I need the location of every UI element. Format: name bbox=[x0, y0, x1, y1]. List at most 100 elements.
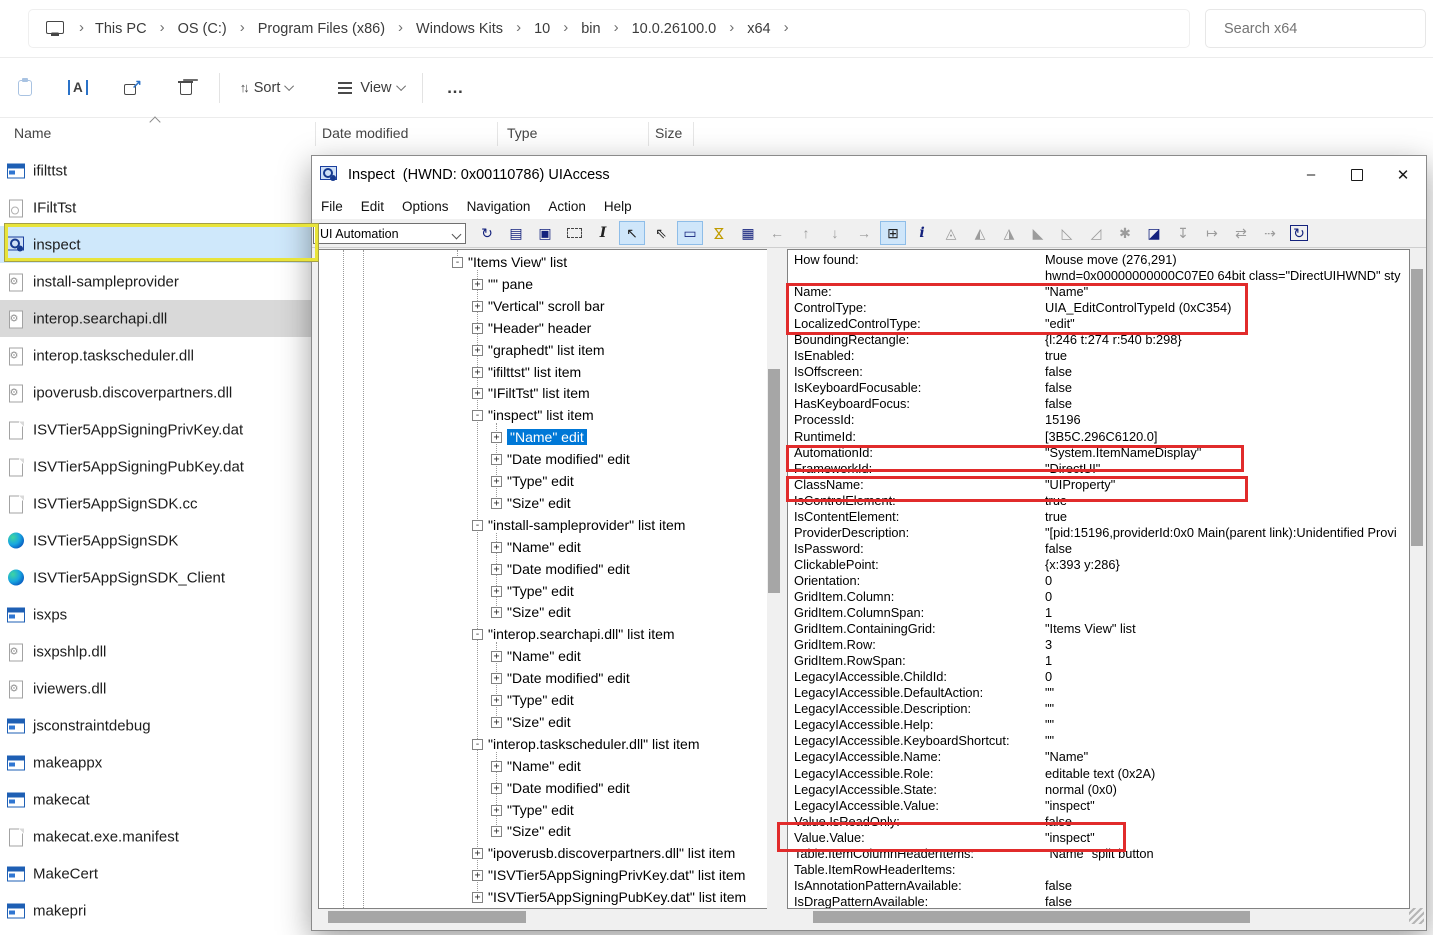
property-row-ispassword[interactable]: IsPassword:false bbox=[788, 541, 1409, 557]
property-row-providerdescription[interactable]: ProviderDescription:"[pid:15196,provider… bbox=[788, 525, 1409, 541]
tree-item-label[interactable]: "Size" edit bbox=[507, 495, 571, 511]
column-divider[interactable] bbox=[648, 122, 649, 146]
tree-item-type-edit[interactable]: +"Type" edit bbox=[319, 471, 767, 493]
paste-button[interactable] bbox=[18, 70, 32, 106]
tree-item-label[interactable]: "Size" edit bbox=[507, 823, 571, 839]
expand-icon[interactable]: + bbox=[472, 870, 483, 881]
property-row-automationid[interactable]: AutomationId:"System.ItemNameDisplay" bbox=[788, 445, 1409, 461]
file-row-inspect[interactable]: inspect bbox=[0, 226, 311, 263]
file-row-makepri[interactable]: makepri bbox=[0, 892, 311, 929]
expand-icon[interactable]: + bbox=[472, 388, 483, 399]
tree-item-ipoverusb-discoverpartners-dll-list-item[interactable]: + "ipoverusb.discoverpartners.dll" list i… bbox=[319, 843, 767, 865]
tree-item-label[interactable]: "Name" edit bbox=[507, 758, 581, 774]
rename-button[interactable]: A bbox=[68, 70, 88, 106]
property-row-isannotationpatternavailable[interactable]: IsAnnotationPatternAvailable:false bbox=[788, 878, 1409, 894]
tree-item-header-header[interactable]: +"Header" header bbox=[319, 318, 767, 340]
tree-item-type-edit[interactable]: +"Type" edit bbox=[319, 800, 767, 822]
property-row-table-itemrowheaderitems[interactable]: Table.ItemRowHeaderItems: bbox=[788, 862, 1409, 878]
breadcrumb-item-program-files-x86[interactable]: Program Files (x86) bbox=[249, 17, 394, 41]
element-info-icon[interactable]: i bbox=[909, 221, 935, 245]
expand-icon[interactable]: + bbox=[472, 892, 483, 903]
tree-item-ifilttst-list-item[interactable]: + "ifilttst" list item bbox=[319, 362, 767, 384]
tree-item-size-edit[interactable]: +"Size" edit bbox=[319, 821, 767, 843]
breadcrumb-item-bin[interactable]: bin bbox=[572, 17, 609, 41]
tree-item-label[interactable]: "inspect" list item bbox=[488, 407, 594, 423]
property-row-haskeyboardfocus[interactable]: HasKeyboardFocus:false bbox=[788, 396, 1409, 412]
expand-icon[interactable]: + bbox=[491, 805, 502, 816]
tree-item-size-edit[interactable]: +"Size" edit bbox=[319, 602, 767, 624]
tree-item-name-edit[interactable]: +"Name" edit bbox=[319, 537, 767, 559]
mode-dropdown[interactable]: UI Automation bbox=[313, 223, 466, 244]
properties-vscroll-thumb[interactable] bbox=[1411, 269, 1423, 546]
watch-values-icon[interactable]: ▦ bbox=[735, 221, 761, 245]
tree-view-icon[interactable]: ⊞ bbox=[880, 221, 906, 245]
tree-item-label[interactable]: "Size" edit bbox=[507, 714, 571, 730]
file-row-isvtier5appsigningpubkey-dat[interactable]: ISVTier5AppSigningPubKey.dat bbox=[0, 448, 311, 485]
selection-rect-icon[interactable] bbox=[561, 221, 587, 245]
property-row-classname[interactable]: ClassName:"UIProperty" bbox=[788, 477, 1409, 493]
file-row-interop-searchapi-dll[interactable]: interop.searchapi.dll bbox=[0, 300, 311, 337]
property-row-controltype[interactable]: ControlType:UIA_EditControlTypeId (0xC35… bbox=[788, 300, 1409, 316]
tree-item-label[interactable]: "Date modified" edit bbox=[507, 561, 630, 577]
property-row-iskeyboardfocusable[interactable]: IsKeyboardFocusable:false bbox=[788, 380, 1409, 396]
property-row-legacyiaccessible-description[interactable]: LegacyIAccessible.Description:"" bbox=[788, 701, 1409, 717]
property-row-legacyiaccessible-help[interactable]: LegacyIAccessible.Help:"" bbox=[788, 717, 1409, 733]
expand-icon[interactable]: + bbox=[472, 345, 483, 356]
properties-vertical-scrollbar[interactable] bbox=[1410, 249, 1424, 909]
share-button[interactable] bbox=[124, 70, 142, 106]
file-row-isvtier5appsignsdk-client[interactable]: ISVTier5AppSignSDK_Client bbox=[0, 559, 311, 596]
property-row-legacyiaccessible-defaultaction[interactable]: LegacyIAccessible.DefaultAction:"" bbox=[788, 685, 1409, 701]
tree-item-label[interactable]: "Type" edit bbox=[507, 583, 574, 599]
property-row-griditem-rowspan[interactable]: GridItem.RowSpan:1 bbox=[788, 653, 1409, 669]
pattern-checkbox-icon[interactable]: ◪ bbox=[1141, 221, 1167, 245]
tree-item-type-edit[interactable]: +"Type" edit bbox=[319, 690, 767, 712]
file-row-ifilttst[interactable]: IFiltTst bbox=[0, 189, 311, 226]
file-row-isxpshlp-dll[interactable]: isxpshlp.dll bbox=[0, 633, 311, 670]
tree-item-label[interactable]: "Size" edit bbox=[507, 604, 571, 620]
collapse-icon[interactable]: - bbox=[452, 257, 463, 268]
file-row-isxps[interactable]: isxps bbox=[0, 596, 311, 633]
breadcrumb-item-os-c[interactable]: OS (C:) bbox=[169, 17, 236, 41]
tree-item-date-modified-edit[interactable]: +"Date modified" edit bbox=[319, 449, 767, 471]
column-header-name[interactable]: Name bbox=[14, 125, 51, 141]
tree-item-label[interactable]: "graphedt" list item bbox=[488, 342, 605, 358]
tree-item-label[interactable]: "Date modified" edit bbox=[507, 670, 630, 686]
file-row-install-sampleprovider[interactable]: install-sampleprovider bbox=[0, 263, 311, 300]
expand-icon[interactable]: + bbox=[491, 673, 502, 684]
tree-item-label[interactable]: "Items View" list bbox=[468, 254, 567, 270]
property-row-legacyiaccessible-value[interactable]: LegacyIAccessible.Value:"inspect" bbox=[788, 798, 1409, 814]
column-divider[interactable] bbox=[497, 122, 498, 146]
tree-item-label[interactable]: "Date modified" edit bbox=[507, 451, 630, 467]
property-row-frameworkid[interactable]: FrameworkId:"DirectUI" bbox=[788, 461, 1409, 477]
property-row-iscontrolelement[interactable]: IsControlElement:true bbox=[788, 493, 1409, 509]
collapse-icon[interactable]: - bbox=[472, 629, 483, 640]
property-row-localizedcontroltype[interactable]: LocalizedControlType:"edit" bbox=[788, 316, 1409, 332]
property-row-value-isreadonly[interactable]: Value.IsReadOnly:false bbox=[788, 814, 1409, 830]
refresh-tree-icon[interactable]: ↻ bbox=[1286, 221, 1312, 245]
address-bar[interactable]: › This PC›OS (C:)›Program Files (x86)›Wi… bbox=[28, 9, 1190, 48]
expand-icon[interactable]: + bbox=[491, 542, 502, 553]
property-row-runtimeid[interactable]: RuntimeId:[3B5C.296C6120.0] bbox=[788, 429, 1409, 445]
tree-item-label[interactable]: "Name" edit bbox=[507, 648, 581, 664]
pointer-mode-icon[interactable]: ↖ bbox=[619, 221, 645, 245]
expand-icon[interactable]: + bbox=[472, 367, 483, 378]
file-row-isvtier5appsignsdk-cc[interactable]: ISVTier5AppSignSDK.cc bbox=[0, 485, 311, 522]
tree-horizontal-scrollbar[interactable] bbox=[319, 910, 766, 924]
tree-item-label[interactable]: "Header" header bbox=[488, 320, 591, 336]
tree-item-label[interactable]: "ifilttst" list item bbox=[488, 364, 581, 380]
tree-item-items-view-list[interactable]: -"Items View" list bbox=[319, 252, 767, 274]
tree-item-size-edit[interactable]: +"Size" edit bbox=[319, 712, 767, 734]
property-row-legacyiaccessible-state[interactable]: LegacyIAccessible.State:normal (0x0) bbox=[788, 782, 1409, 798]
tree-item-ifilttst-list-item[interactable]: +"IFiltTst" list item bbox=[319, 383, 767, 405]
property-row-how-found[interactable]: How found:Mouse move (276,291) bbox=[788, 252, 1409, 268]
tree-item-label[interactable]: "ISVTier5AppSigningPubKey.dat" list item bbox=[488, 889, 746, 905]
more-options-button[interactable]: … bbox=[447, 78, 465, 98]
expand-icon[interactable]: + bbox=[491, 432, 502, 443]
tree-item-install-sampleprovider-list-item[interactable]: -"install-sampleprovider" list item bbox=[319, 515, 767, 537]
tree-item-label[interactable]: "ipoverusb.discoverpartners.dll" list it… bbox=[488, 845, 735, 861]
expand-icon[interactable]: + bbox=[491, 498, 502, 509]
property-row-boundingrectangle[interactable]: BoundingRectangle:{l:246 t:274 r:540 b:2… bbox=[788, 332, 1409, 348]
property-row-griditem-columnspan[interactable]: GridItem.ColumnSpan:1 bbox=[788, 605, 1409, 621]
expand-icon[interactable]: + bbox=[472, 848, 483, 859]
breadcrumb-item-10[interactable]: 10 bbox=[525, 17, 559, 41]
